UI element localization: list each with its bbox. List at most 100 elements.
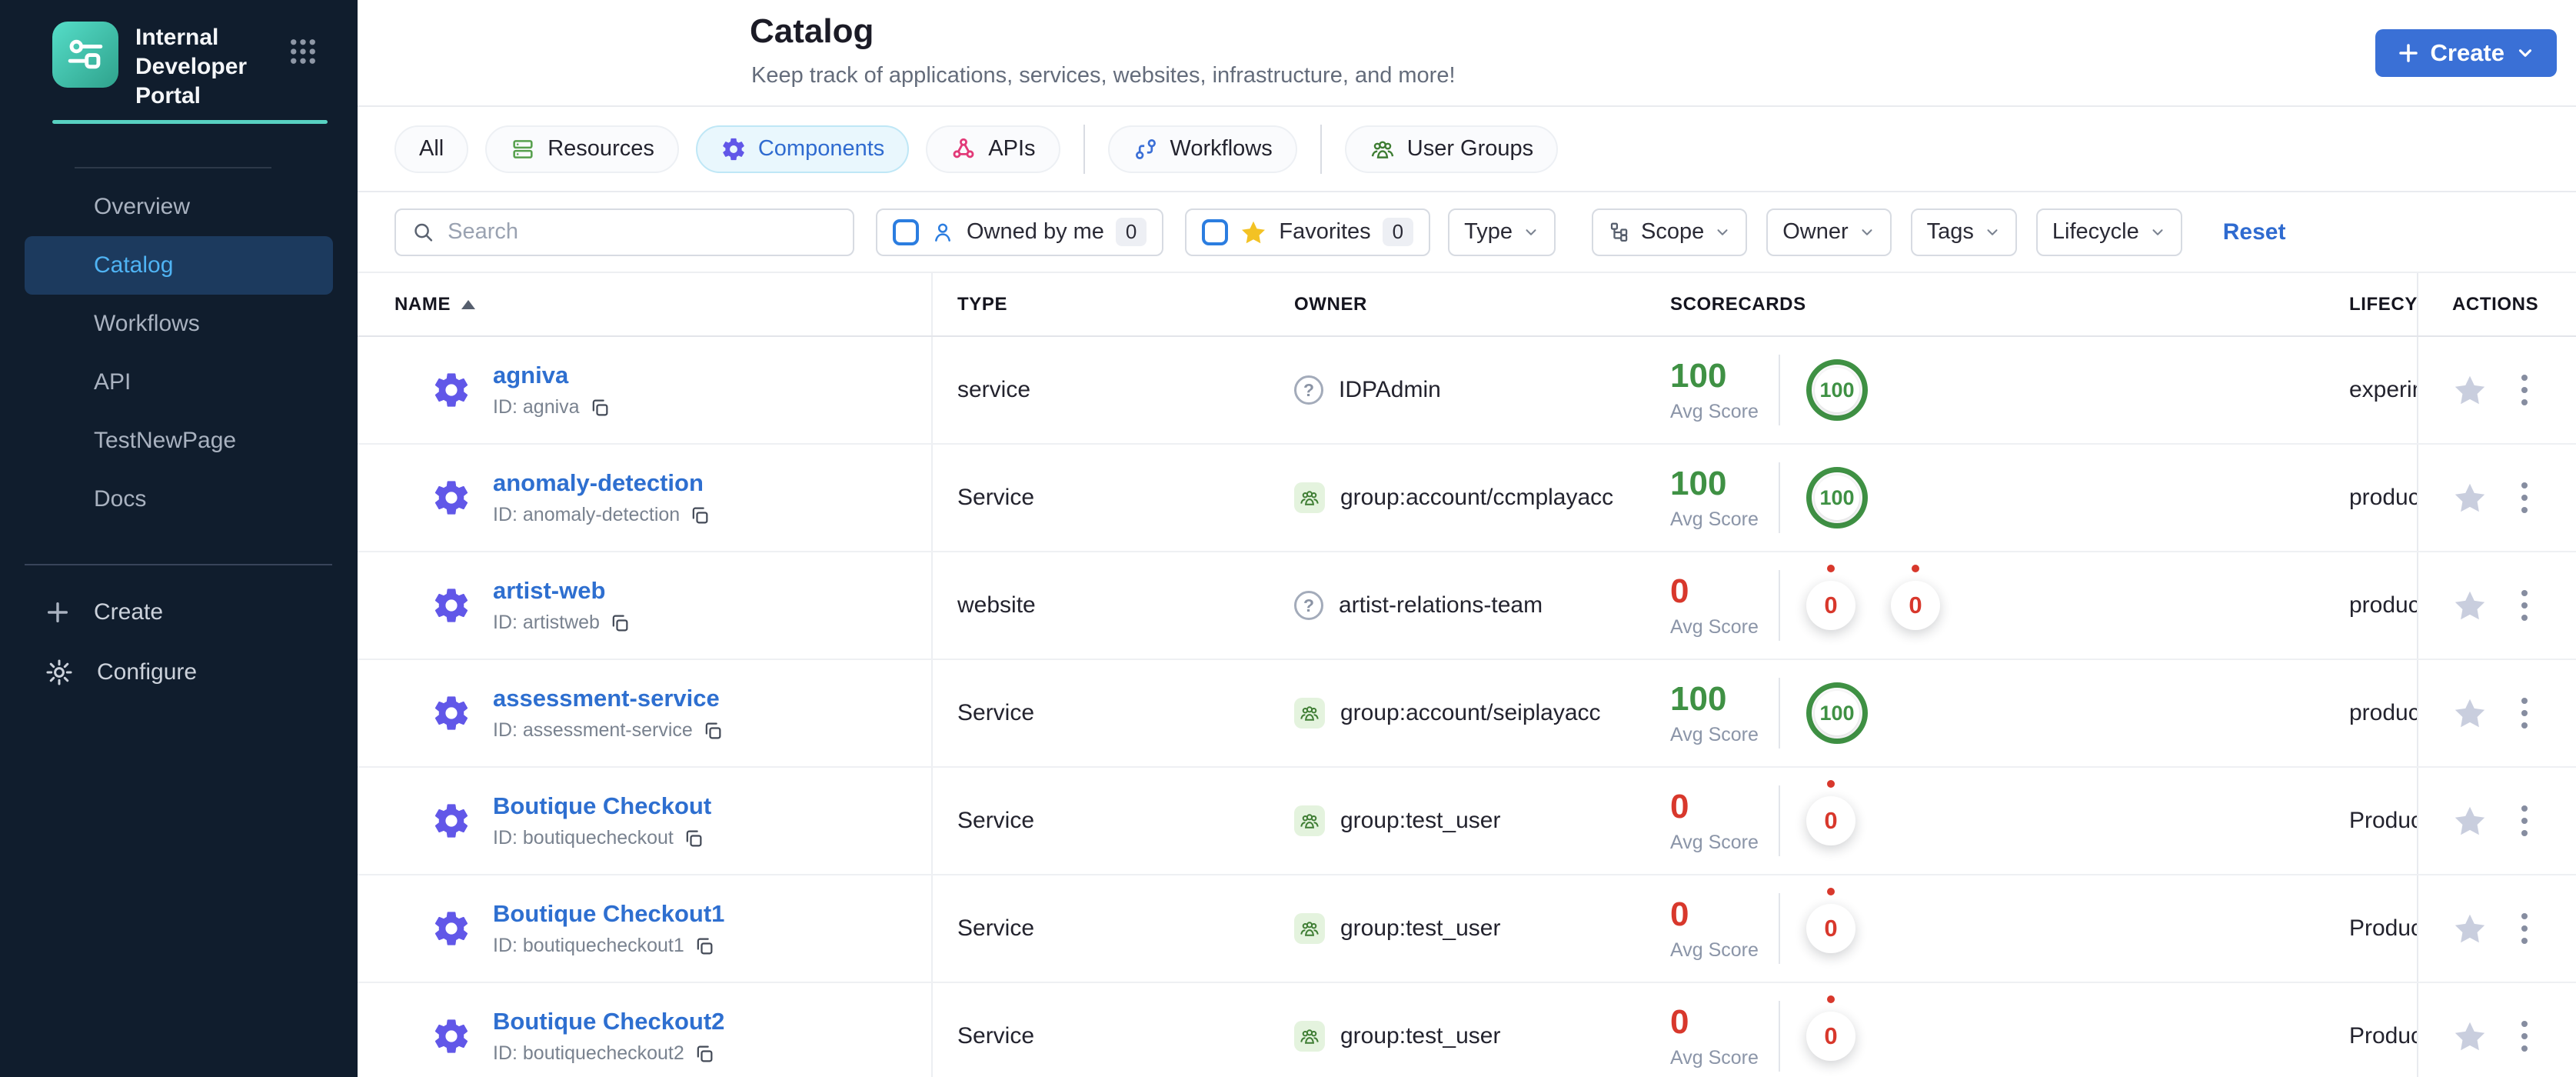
copy-icon[interactable] bbox=[702, 720, 724, 742]
sidebar-item-testnewpage[interactable]: TestNewPage bbox=[0, 412, 358, 470]
entity-id: ID: boutiquecheckout bbox=[493, 827, 674, 849]
search-icon bbox=[414, 223, 433, 242]
scorecards-cell: 100 Avg Score 100 bbox=[1670, 445, 2349, 551]
scorecard-score-circle[interactable]: 100 bbox=[1806, 467, 1868, 528]
column-header-name[interactable]: NAME bbox=[358, 273, 933, 335]
row-menu-kebab-icon[interactable] bbox=[2521, 590, 2528, 621]
owner-filter-dropdown[interactable]: Owner bbox=[1766, 208, 1892, 256]
sidebar-item-api[interactable]: API bbox=[0, 353, 358, 412]
entity-name-link[interactable]: anomaly-detection bbox=[493, 469, 711, 497]
tab-user-groups[interactable]: User Groups bbox=[1344, 125, 1559, 173]
search-input[interactable] bbox=[448, 219, 837, 245]
owner-name: group:test_user bbox=[1340, 915, 1501, 941]
copy-icon[interactable] bbox=[694, 935, 715, 957]
favorite-star-icon[interactable] bbox=[2452, 372, 2488, 408]
app-logo[interactable] bbox=[52, 22, 118, 88]
sidebar-item-docs[interactable]: Docs bbox=[0, 470, 358, 528]
favorite-star-icon[interactable] bbox=[2452, 803, 2488, 839]
lifecycle-filter-label: Lifecycle bbox=[2052, 219, 2139, 244]
row-menu-kebab-icon[interactable] bbox=[2521, 1021, 2528, 1052]
owner-cell: group:test_user bbox=[1294, 875, 1670, 982]
app-switcher-grid-icon[interactable] bbox=[287, 35, 319, 72]
scorecard-score-circle[interactable]: 0 bbox=[1891, 581, 1940, 630]
sidebar-item-overview[interactable]: Overview bbox=[0, 178, 358, 236]
tab-workflows[interactable]: Workflows bbox=[1107, 125, 1297, 173]
scorecard-score-circle[interactable]: 0 bbox=[1806, 1012, 1855, 1061]
column-header-scorecards[interactable]: SCORECARDS bbox=[1670, 273, 2349, 335]
entity-name-link[interactable]: Boutique Checkout bbox=[493, 792, 711, 820]
row-menu-kebab-icon[interactable] bbox=[2521, 698, 2528, 729]
owner-cell: group:test_user bbox=[1294, 768, 1670, 874]
table-row: anomaly-detection ID: anomaly-detection … bbox=[358, 445, 2576, 552]
copy-icon[interactable] bbox=[589, 397, 611, 418]
entity-name-link[interactable]: agniva bbox=[493, 362, 611, 389]
avg-score-value: 0 bbox=[1670, 895, 1689, 933]
create-button[interactable]: Create bbox=[2375, 29, 2557, 77]
entity-name-link[interactable]: artist-web bbox=[493, 577, 631, 605]
entity-type: Service bbox=[957, 700, 1035, 725]
scope-filter-dropdown[interactable]: Scope bbox=[1592, 208, 1748, 256]
app-window: Internal Developer Portal Overview Catal… bbox=[0, 0, 2576, 1077]
scorecard-score-circle[interactable]: 0 bbox=[1806, 796, 1855, 845]
component-gear-icon bbox=[434, 804, 468, 838]
copy-icon[interactable] bbox=[683, 828, 704, 849]
favorites-checkbox[interactable] bbox=[1202, 218, 1229, 245]
table-header: NAME TYPE OWNER SCORECARDS LIFECYCLE ACT… bbox=[358, 273, 2576, 337]
actions-cell bbox=[2417, 445, 2576, 551]
column-header-lifecycle[interactable]: LIFECYCLE bbox=[2349, 273, 2417, 335]
favorite-star-icon[interactable] bbox=[2452, 480, 2488, 515]
plus-icon bbox=[2398, 44, 2418, 62]
favorite-star-icon[interactable] bbox=[2452, 1019, 2488, 1054]
sidebar-item-catalog[interactable]: Catalog bbox=[25, 236, 333, 295]
tags-filter-dropdown[interactable]: Tags bbox=[1910, 208, 2017, 256]
entity-name-link[interactable]: Boutique Checkout2 bbox=[493, 1008, 724, 1035]
type-filter-dropdown[interactable]: Type bbox=[1448, 208, 1556, 256]
owned-by-me-checkbox[interactable] bbox=[893, 218, 919, 245]
favorite-star-icon[interactable] bbox=[2452, 911, 2488, 946]
sidebar-item-workflows[interactable]: Workflows bbox=[0, 295, 358, 353]
tab-all[interactable]: All bbox=[394, 125, 469, 173]
lifecycle-filter-dropdown[interactable]: Lifecycle bbox=[2035, 208, 2182, 256]
scorecards-cell: 0 Avg Score 0 bbox=[1670, 983, 2349, 1077]
row-menu-kebab-icon[interactable] bbox=[2521, 482, 2528, 513]
lifecycle-cell: production bbox=[2349, 445, 2417, 551]
sidebar-create-button[interactable]: Create bbox=[0, 582, 358, 642]
copy-icon[interactable] bbox=[689, 505, 711, 526]
favorite-star-icon[interactable] bbox=[2452, 588, 2488, 623]
type-cell: Service bbox=[933, 875, 1294, 982]
row-menu-kebab-icon[interactable] bbox=[2521, 913, 2528, 944]
brand-accent-bar bbox=[52, 120, 328, 124]
entity-name-link[interactable]: assessment-service bbox=[493, 685, 724, 712]
scorecard-score-circle[interactable]: 0 bbox=[1806, 581, 1855, 630]
tab-resources-label: Resources bbox=[547, 136, 654, 161]
tab-resources[interactable]: Resources bbox=[485, 125, 679, 173]
tab-components[interactable]: Components bbox=[695, 125, 910, 173]
lifecycle-cell: production bbox=[2349, 660, 2417, 766]
reset-filters-link[interactable]: Reset bbox=[2223, 219, 2286, 245]
unknown-owner-icon bbox=[1294, 591, 1323, 620]
row-menu-kebab-icon[interactable] bbox=[2521, 375, 2528, 405]
chevron-down-icon bbox=[2152, 228, 2163, 235]
scorecard-badges: 00 bbox=[1806, 581, 1940, 630]
favorite-star-icon[interactable] bbox=[2452, 695, 2488, 731]
scorecard-score-circle[interactable]: 100 bbox=[1806, 359, 1868, 421]
unknown-owner-icon bbox=[1294, 375, 1323, 405]
row-menu-kebab-icon[interactable] bbox=[2521, 805, 2528, 836]
copy-icon[interactable] bbox=[609, 612, 631, 634]
avg-score-label: Avg Score bbox=[1670, 1047, 1759, 1069]
entity-name-link[interactable]: Boutique Checkout1 bbox=[493, 900, 724, 928]
scorecards-header-label: SCORECARDS bbox=[1670, 293, 1806, 315]
owned-by-me-filter[interactable]: Owned by me 0 bbox=[876, 208, 1164, 256]
column-header-owner[interactable]: OWNER bbox=[1294, 273, 1670, 335]
column-header-type[interactable]: TYPE bbox=[933, 273, 1294, 335]
entity-id: ID: agniva bbox=[493, 396, 580, 418]
scorecard-score-circle[interactable]: 100 bbox=[1806, 682, 1868, 744]
copy-icon[interactable] bbox=[694, 1043, 715, 1065]
avg-score-value: 0 bbox=[1670, 572, 1689, 610]
tab-apis[interactable]: APIs bbox=[926, 125, 1060, 173]
scorecards-cell: 100 Avg Score 100 bbox=[1670, 660, 2349, 766]
sidebar-configure-button[interactable]: Configure bbox=[0, 642, 358, 702]
gear-icon bbox=[723, 138, 744, 160]
favorites-filter[interactable]: Favorites 0 bbox=[1185, 208, 1431, 256]
scorecard-score-circle[interactable]: 0 bbox=[1806, 904, 1855, 953]
